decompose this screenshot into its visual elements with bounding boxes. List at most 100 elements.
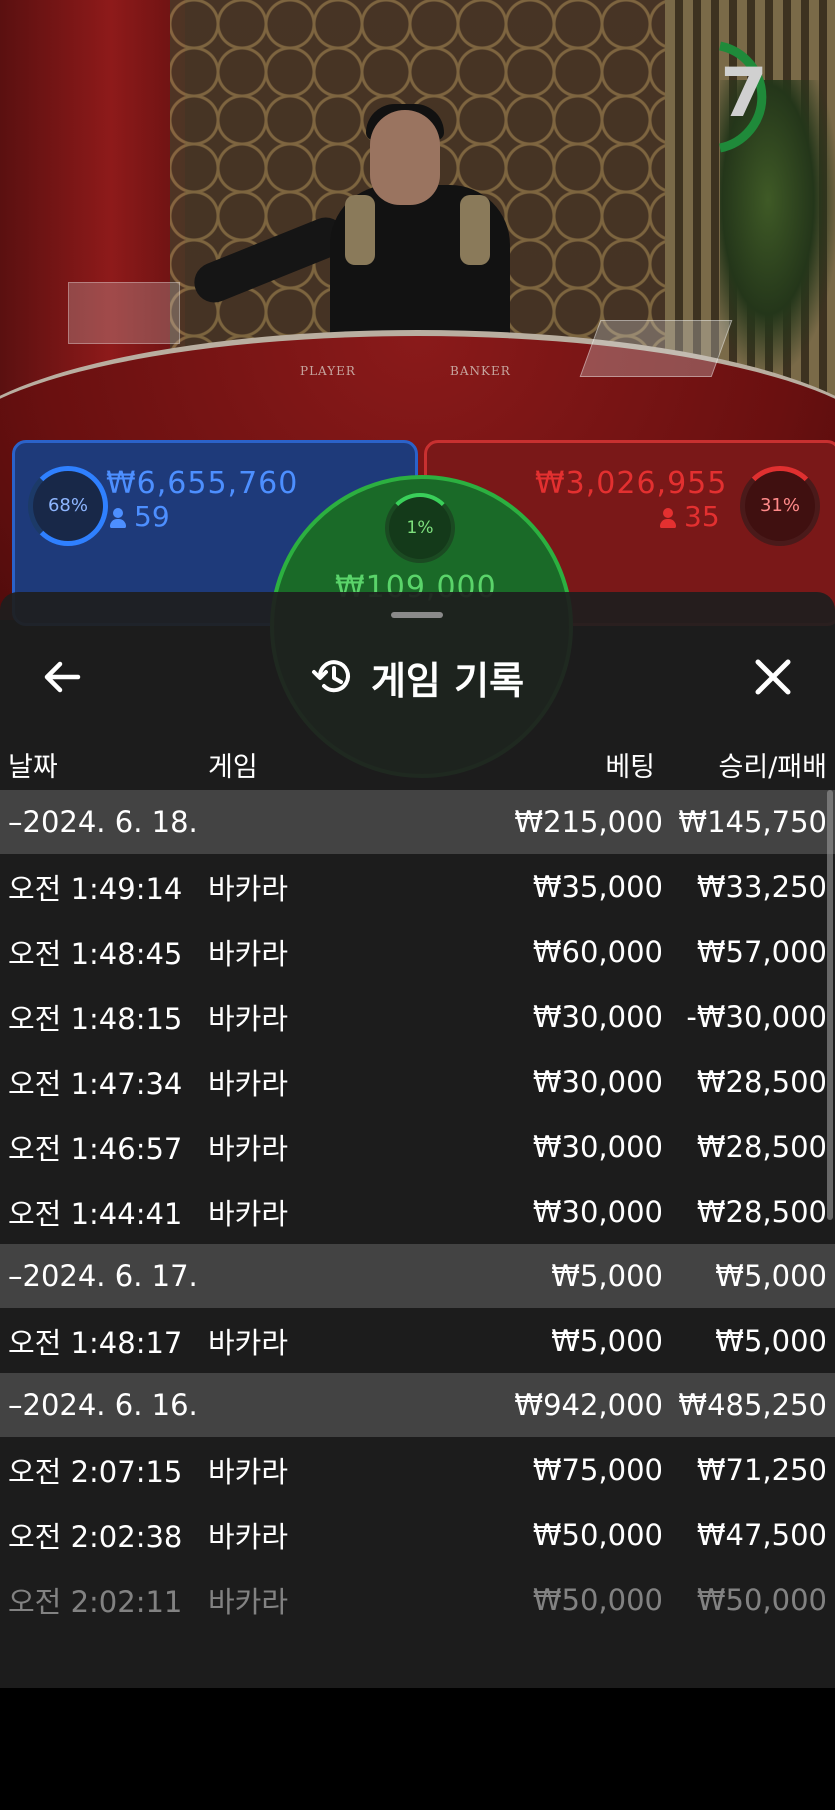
tie-percent: 1% — [385, 493, 455, 563]
row-bet: ₩30,000 — [532, 1064, 663, 1099]
row-result: ₩28,500 — [696, 1064, 827, 1099]
bottom-area — [0, 1688, 835, 1810]
row-bet: ₩30,000 — [532, 1129, 663, 1164]
row-game: 바카라 — [208, 1196, 289, 1231]
scrollbar[interactable] — [827, 790, 833, 1220]
group-result-total: ₩145,750 — [678, 805, 827, 839]
history-row[interactable]: 오전 2:07:15 바카라 ₩75,000 ₩71,250 — [0, 1437, 835, 1502]
row-time: 오전 1:48:45 — [8, 936, 183, 971]
group-bet-total: ₩215,000 — [514, 805, 663, 839]
player-count-value: 59 — [134, 500, 170, 533]
history-row[interactable]: 오전 1:48:45 바카라 ₩60,000 ₩57,000 — [0, 919, 835, 984]
row-bet: ₩50,000 — [532, 1517, 663, 1552]
arrow-left-icon — [44, 661, 81, 693]
back-button[interactable] — [38, 652, 88, 702]
row-game: 바카라 — [208, 1001, 289, 1036]
card-shoe — [579, 320, 733, 377]
date-group-row[interactable]: –2024. 6. 16. ₩942,000 ₩485,250 — [0, 1373, 835, 1437]
row-bet: ₩75,000 — [532, 1452, 663, 1487]
row-result: ₩50,000 — [696, 1582, 827, 1617]
row-result: ₩33,250 — [696, 869, 827, 904]
banker-total-amount: ₩3,026,955 — [535, 466, 728, 501]
row-game: 바카라 — [208, 1584, 289, 1619]
history-row[interactable]: 오전 1:48:15 바카라 ₩30,000 -₩30,000 — [0, 984, 835, 1049]
group-bet-total: ₩942,000 — [514, 1388, 663, 1422]
column-header-game: 게임 — [208, 752, 258, 783]
row-bet: ₩5,000 — [551, 1323, 663, 1358]
row-result: ₩47,500 — [696, 1517, 827, 1552]
row-bet: ₩50,000 — [532, 1582, 663, 1617]
row-game: 바카라 — [208, 871, 289, 906]
row-time: 오전 2:02:38 — [8, 1519, 183, 1554]
player-percent: 68% — [28, 466, 108, 546]
person-icon — [110, 508, 126, 528]
dealer-vest — [345, 195, 375, 265]
dealer-vest — [460, 195, 490, 265]
date-group-row[interactable]: –2024. 6. 18. ₩215,000 ₩145,750 — [0, 790, 835, 854]
dealer-head — [370, 110, 440, 205]
banker-count-value: 35 — [684, 500, 720, 533]
row-time: 오전 1:46:57 — [8, 1131, 183, 1166]
row-result: ₩28,500 — [696, 1194, 827, 1229]
row-time: 오전 1:48:17 — [8, 1325, 183, 1360]
group-bet-total: ₩5,000 — [551, 1259, 663, 1293]
row-bet: ₩35,000 — [532, 869, 663, 904]
row-time: 오전 1:44:41 — [8, 1196, 183, 1231]
close-icon — [755, 659, 791, 695]
sheet-title: 게임 기록 — [0, 632, 835, 722]
player-total-amount: ₩6,655,760 — [106, 466, 299, 501]
group-result-total: ₩5,000 — [715, 1259, 827, 1293]
group-date: –2024. 6. 16. — [8, 1388, 198, 1422]
sheet-header: 게임 기록 — [0, 632, 835, 722]
timer-value: 7 — [720, 54, 768, 133]
row-game: 바카라 — [208, 936, 289, 971]
row-game: 바카라 — [208, 1131, 289, 1166]
history-row[interactable]: 오전 1:47:34 바카라 ₩30,000 ₩28,500 — [0, 1049, 835, 1114]
table-label-player: PLAYER — [300, 364, 356, 378]
row-result: ₩28,500 — [696, 1129, 827, 1164]
row-time: 오전 1:47:34 — [8, 1066, 183, 1101]
group-date: –2024. 6. 18. — [8, 805, 198, 839]
banker-percent: 31% — [740, 466, 820, 546]
row-bet: ₩60,000 — [532, 934, 663, 969]
row-time: 오전 2:02:11 — [8, 1584, 183, 1619]
history-icon — [311, 660, 350, 693]
row-game: 바카라 — [208, 1454, 289, 1489]
history-list[interactable]: –2024. 6. 18. ₩215,000 ₩145,750 오전 1:49:… — [0, 790, 835, 1632]
column-header-result: 승리/패배 — [718, 752, 827, 783]
row-result: ₩71,250 — [696, 1452, 827, 1487]
row-time: 오전 1:49:14 — [8, 871, 183, 906]
row-bet: ₩30,000 — [532, 1194, 663, 1229]
row-time: 오전 1:48:15 — [8, 1001, 183, 1036]
column-header-date: 날짜 — [8, 752, 58, 783]
history-row[interactable]: 오전 2:02:11 바카라 ₩50,000 ₩50,000 — [0, 1567, 835, 1632]
history-row[interactable]: 오전 1:49:14 바카라 ₩35,000 ₩33,250 — [0, 854, 835, 919]
history-row[interactable]: 오전 1:48:17 바카라 ₩5,000 ₩5,000 — [0, 1308, 835, 1373]
row-bet: ₩30,000 — [532, 999, 663, 1034]
date-group-row[interactable]: –2024. 6. 17. ₩5,000 ₩5,000 — [0, 1244, 835, 1308]
column-header-bet: 베팅 — [605, 752, 655, 783]
banker-bettor-count: 35 — [660, 500, 720, 533]
row-result: ₩5,000 — [715, 1323, 827, 1358]
history-row[interactable]: 오전 1:44:41 바카라 ₩30,000 ₩28,500 — [0, 1179, 835, 1244]
card-holder — [68, 282, 180, 344]
close-button[interactable] — [748, 652, 798, 702]
drag-handle[interactable] — [391, 612, 443, 618]
history-row[interactable]: 오전 1:46:57 바카라 ₩30,000 ₩28,500 — [0, 1114, 835, 1179]
column-header-row: 날짜 게임 베팅 승리/패배 — [0, 737, 835, 787]
table-label-banker: BANKER — [450, 364, 511, 378]
player-bettor-count: 59 — [110, 500, 170, 533]
sheet-title-text: 게임 기록 — [370, 658, 525, 703]
group-date: –2024. 6. 17. — [8, 1259, 198, 1293]
group-result-total: ₩485,250 — [678, 1388, 827, 1422]
game-history-sheet: 게임 기록 날짜 게임 베팅 승리/패배 –2024. 6. 18. ₩215,… — [0, 592, 835, 1688]
person-icon — [660, 508, 676, 528]
row-time: 오전 2:07:15 — [8, 1454, 183, 1489]
row-game: 바카라 — [208, 1066, 289, 1101]
row-result: ₩57,000 — [696, 934, 827, 969]
row-result: -₩30,000 — [686, 999, 827, 1034]
row-game: 바카라 — [208, 1519, 289, 1554]
countdown-timer: 7 — [700, 36, 800, 153]
history-row[interactable]: 오전 2:02:38 바카라 ₩50,000 ₩47,500 — [0, 1502, 835, 1567]
row-game: 바카라 — [208, 1325, 289, 1360]
